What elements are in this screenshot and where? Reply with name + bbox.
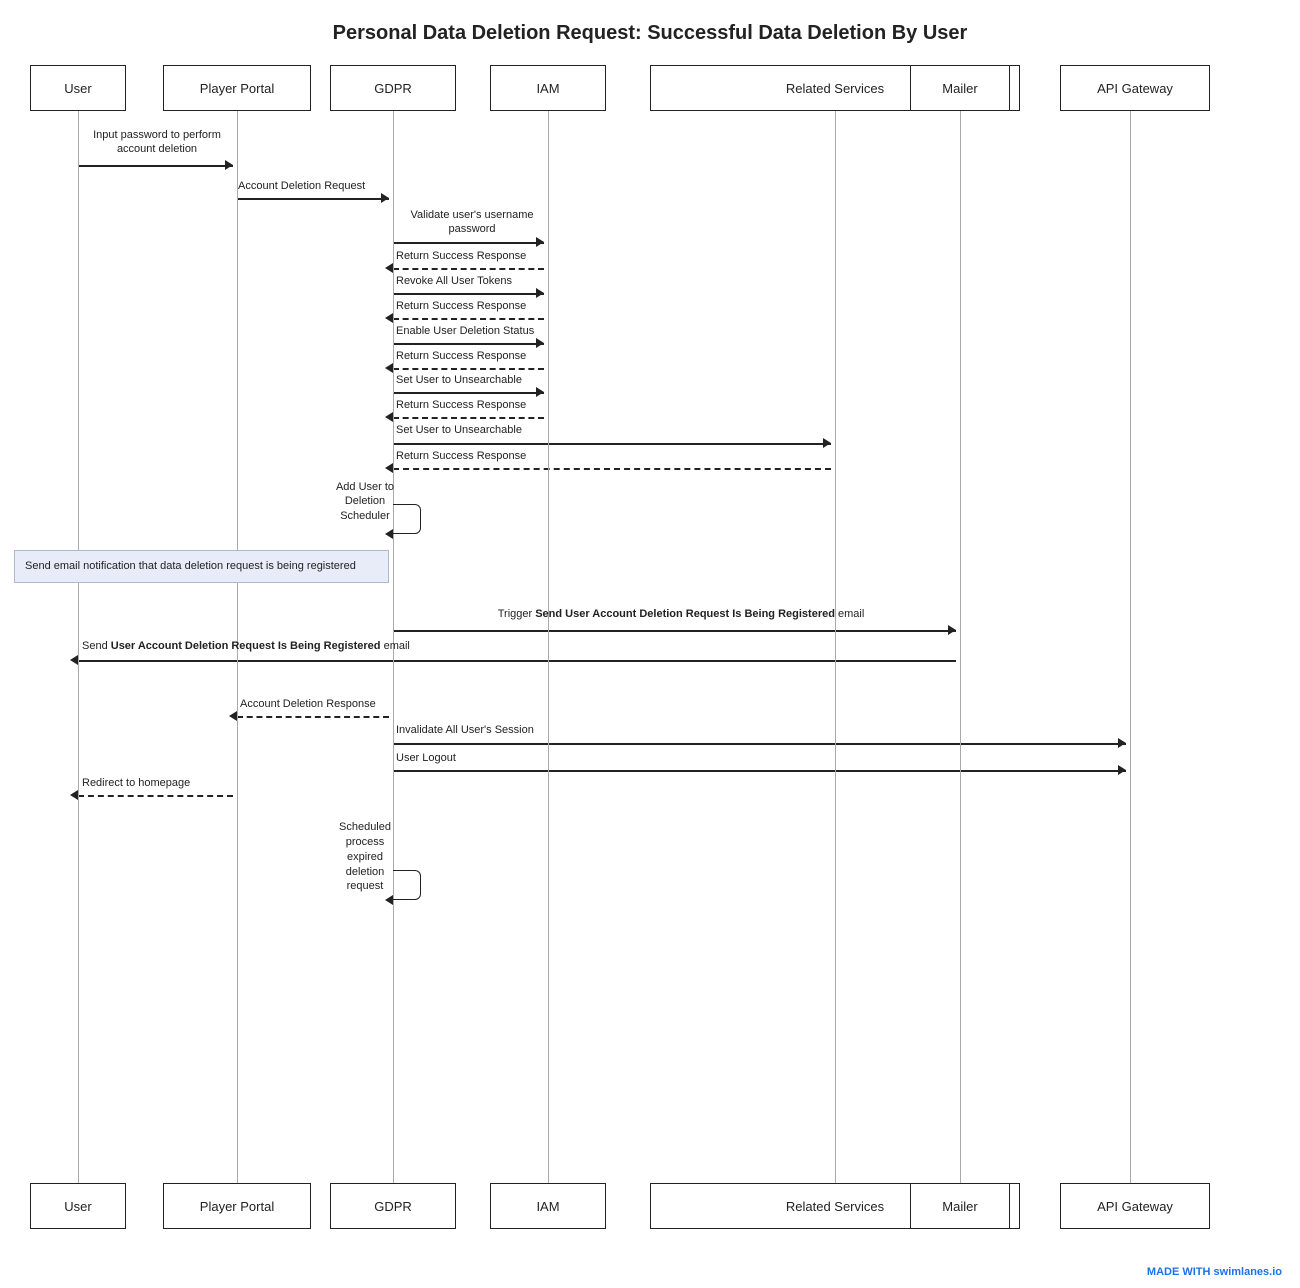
arrow-account-deletion-response: [237, 716, 389, 718]
arrow-set-unsearchable-1: [393, 392, 544, 394]
arrow-input-password: [78, 165, 233, 167]
lifeline-api-gateway: [1130, 111, 1131, 1219]
lifeline-user: [78, 111, 79, 1219]
arrow-enable-deletion-status: [393, 343, 544, 345]
arrowhead-return-success-3: [385, 363, 393, 373]
label-trigger-email: Trigger Send User Account Deletion Reque…: [396, 608, 966, 620]
diagram-container: Personal Data Deletion Request: Successf…: [0, 0, 1300, 1288]
arrow-return-success-4: [393, 417, 544, 419]
arrowhead-return-success-1: [385, 263, 393, 273]
actor-api-gateway-bottom: API Gateway: [1060, 1183, 1210, 1229]
arrowhead-input-password: [225, 160, 233, 170]
arrowhead-self-gdpr-2: [385, 895, 393, 905]
label-set-unsearchable-1: Set User to Unsearchable: [396, 374, 522, 386]
arrowhead-user-logout: [1118, 765, 1126, 775]
label-send-email: Send User Account Deletion Request Is Be…: [82, 640, 962, 652]
label-add-user-scheduler: Add User to Deletion Scheduler: [330, 480, 400, 523]
actor-gdpr-bottom: GDPR: [330, 1183, 456, 1229]
actor-mailer-top: Mailer: [910, 65, 1010, 111]
arrowhead-revoke-tokens: [536, 288, 544, 298]
arrow-user-logout: [393, 770, 1126, 772]
lifeline-player-portal: [237, 111, 238, 1219]
arrow-trigger-email: [393, 630, 956, 632]
actor-player-portal-top: Player Portal: [163, 65, 311, 111]
label-return-success-3: Return Success Response: [396, 350, 526, 362]
arrowhead-account-deletion-response: [229, 711, 237, 721]
label-invalidate-sessions: Invalidate All User's Session: [396, 724, 534, 736]
arrow-set-unsearchable-2: [393, 443, 831, 445]
lifeline-mailer: [960, 111, 961, 1219]
note-text: Send email notification that data deleti…: [25, 560, 356, 572]
actor-user-bottom: User: [30, 1183, 126, 1229]
arrow-invalidate-sessions: [393, 743, 1126, 745]
label-return-success-2: Return Success Response: [396, 300, 526, 312]
arrowhead-validate-username: [536, 237, 544, 247]
lifeline-iam: [548, 111, 549, 1219]
actor-player-portal-bottom: Player Portal: [163, 1183, 311, 1229]
label-scheduled-process: Scheduled process expired deletion reque…: [330, 820, 400, 894]
actor-mailer-bottom: Mailer: [910, 1183, 1010, 1229]
arrowhead-invalidate-sessions: [1118, 738, 1126, 748]
label-enable-deletion-status: Enable User Deletion Status: [396, 325, 534, 337]
arrow-redirect-homepage: [78, 795, 233, 797]
arrow-revoke-tokens: [393, 293, 544, 295]
watermark: MADE WITH swimlanes.io: [1147, 1266, 1282, 1278]
label-account-deletion-request: Account Deletion Request: [238, 180, 365, 192]
arrowhead-self-gdpr: [385, 529, 393, 539]
arrow-account-deletion-request: [237, 198, 389, 200]
arrowhead-set-unsearchable-1: [536, 387, 544, 397]
note-email-notification: Send email notification that data deleti…: [14, 550, 389, 583]
arrowhead-return-success-5: [385, 463, 393, 473]
label-user-logout: User Logout: [396, 752, 456, 764]
arrow-send-email: [78, 660, 956, 662]
arrow-return-success-3: [393, 368, 544, 370]
label-set-unsearchable-2: Set User to Unsearchable: [396, 424, 522, 436]
lifeline-related-services: [835, 111, 836, 1219]
actor-iam-top: IAM: [490, 65, 606, 111]
lifeline-gdpr: [393, 111, 394, 1219]
label-validate-username: Validate user's username password: [396, 208, 548, 237]
label-redirect-homepage: Redirect to homepage: [82, 777, 190, 789]
arrowhead-trigger-email: [948, 625, 956, 635]
arrow-validate-username: [393, 242, 544, 244]
arrowhead-account-deletion-request: [381, 193, 389, 203]
arrowhead-enable-deletion-status: [536, 338, 544, 348]
arrowhead-return-success-2: [385, 313, 393, 323]
arrowhead-send-email: [70, 655, 78, 665]
label-return-success-4: Return Success Response: [396, 399, 526, 411]
arrow-return-success-2: [393, 318, 544, 320]
actor-gdpr-top: GDPR: [330, 65, 456, 111]
arrow-return-success-5: [393, 468, 831, 470]
label-input-password: Input password to perform account deleti…: [82, 128, 232, 157]
label-return-success-1: Return Success Response: [396, 250, 526, 262]
actor-iam-bottom: IAM: [490, 1183, 606, 1229]
actor-api-gateway-top: API Gateway: [1060, 65, 1210, 111]
page-title: Personal Data Deletion Request: Successf…: [0, 0, 1300, 63]
arrow-return-success-1: [393, 268, 544, 270]
watermark-brand: swimlanes.io: [1214, 1266, 1282, 1278]
arrowhead-set-unsearchable-2: [823, 438, 831, 448]
label-return-success-5: Return Success Response: [396, 450, 526, 462]
arrowhead-redirect-homepage: [70, 790, 78, 800]
watermark-prefix: MADE WITH: [1147, 1266, 1214, 1278]
actor-user-top: User: [30, 65, 126, 111]
arrowhead-return-success-4: [385, 412, 393, 422]
label-revoke-tokens: Revoke All User Tokens: [396, 275, 512, 287]
label-account-deletion-response: Account Deletion Response: [240, 698, 376, 710]
